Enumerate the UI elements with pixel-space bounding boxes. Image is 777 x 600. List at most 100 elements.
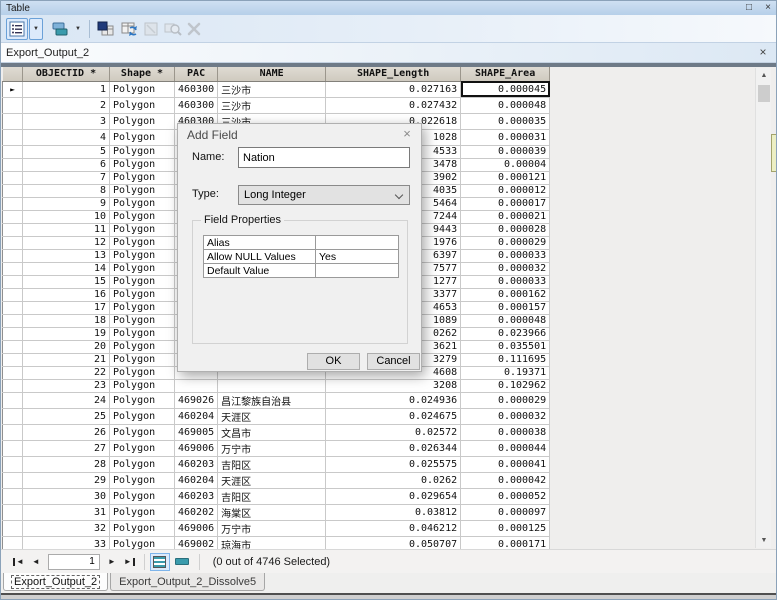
scroll-up-icon[interactable]: ▲ xyxy=(756,68,772,83)
cell-pac[interactable]: 460203 xyxy=(175,488,218,504)
cell-objectid[interactable]: 30 xyxy=(23,488,110,504)
cell-shape[interactable]: Polygon xyxy=(110,210,175,223)
cell-shape-area[interactable]: 0.000048 xyxy=(461,314,550,327)
tab-export-output-2-dissolve5[interactable]: Export_Output_2_Dissolve5 xyxy=(110,573,265,591)
maximize-icon[interactable]: □ xyxy=(743,2,755,14)
cell-shape-area[interactable]: 0.000031 xyxy=(461,129,550,145)
cell-shape[interactable]: Polygon xyxy=(110,184,175,197)
header-name[interactable]: NAME xyxy=(218,67,326,81)
delete-selected-icon[interactable] xyxy=(185,18,203,40)
table-options-dropdown-icon[interactable]: ▼ xyxy=(29,18,43,40)
cell-shape-area[interactable]: 0.00004 xyxy=(461,158,550,171)
cell-shape-area[interactable]: 0.000032 xyxy=(461,262,550,275)
cell-shape-area[interactable]: 0.000042 xyxy=(461,472,550,488)
cell-pac[interactable]: 460203 xyxy=(175,456,218,472)
row-selector[interactable] xyxy=(3,440,23,456)
row-selector[interactable] xyxy=(3,504,23,520)
row-selector[interactable] xyxy=(3,472,23,488)
cell-shape-area[interactable]: 0.000048 xyxy=(461,97,550,113)
cell-shape-length[interactable]: 0.026344 xyxy=(326,440,461,456)
cell-shape[interactable]: Polygon xyxy=(110,97,175,113)
header-pac[interactable]: PAC xyxy=(175,67,218,81)
cell-objectid[interactable]: 4 xyxy=(23,129,110,145)
cell-shape-length[interactable]: 0.02572 xyxy=(326,424,461,440)
cell-objectid[interactable]: 10 xyxy=(23,210,110,223)
row-selector[interactable] xyxy=(3,236,23,249)
cell-shape-area[interactable]: 0.000035 xyxy=(461,113,550,129)
cell-objectid[interactable]: 31 xyxy=(23,504,110,520)
cell-shape-length[interactable]: 3208 xyxy=(326,379,461,392)
cell-shape-area[interactable]: 0.000021 xyxy=(461,210,550,223)
cell-shape-length[interactable]: 0.03812 xyxy=(326,504,461,520)
row-selector[interactable] xyxy=(3,210,23,223)
cell-objectid[interactable]: 25 xyxy=(23,408,110,424)
cell-name[interactable]: 三沙市 xyxy=(218,97,326,113)
show-all-records-button[interactable] xyxy=(150,553,170,571)
cell-shape-area[interactable]: 0.035501 xyxy=(461,340,550,353)
header-shape-area[interactable]: SHAPE_Area xyxy=(461,67,550,81)
cell-objectid[interactable]: 20 xyxy=(23,340,110,353)
row-selector[interactable]: ► xyxy=(3,81,23,97)
cell-objectid[interactable]: 29 xyxy=(23,472,110,488)
cell-objectid[interactable]: 23 xyxy=(23,379,110,392)
cell-shape[interactable]: Polygon xyxy=(110,440,175,456)
dialog-close-icon[interactable]: × xyxy=(399,127,415,141)
table-options-icon[interactable] xyxy=(6,18,28,40)
cell-pac[interactable]: 460300 xyxy=(175,81,218,97)
cell-objectid[interactable]: 15 xyxy=(23,275,110,288)
cell-objectid[interactable]: 1 xyxy=(23,81,110,97)
type-dropdown[interactable]: Long Integer xyxy=(238,185,410,205)
ok-button[interactable]: OK xyxy=(307,353,360,370)
cell-objectid[interactable]: 2 xyxy=(23,97,110,113)
cell-name[interactable]: 文昌市 xyxy=(218,424,326,440)
cell-shape-length[interactable]: 0.029654 xyxy=(326,488,461,504)
row-selector[interactable] xyxy=(3,223,23,236)
cell-name[interactable]: 海棠区 xyxy=(218,504,326,520)
cell-shape[interactable]: Polygon xyxy=(110,288,175,301)
header-selector[interactable] xyxy=(3,67,23,81)
cell-shape[interactable]: Polygon xyxy=(110,353,175,366)
cell-shape-area[interactable]: 0.000038 xyxy=(461,424,550,440)
row-selector[interactable] xyxy=(3,353,23,366)
cell-pac[interactable]: 460202 xyxy=(175,504,218,520)
select-by-attributes-icon[interactable] xyxy=(95,18,117,40)
cell-name[interactable]: 昌江黎族自治县 xyxy=(218,392,326,408)
zoom-to-selected-icon[interactable] xyxy=(162,18,184,40)
cell-shape[interactable]: Polygon xyxy=(110,327,175,340)
cell-shape-area[interactable]: 0.000032 xyxy=(461,408,550,424)
cell-shape-area[interactable]: 0.000045 xyxy=(461,81,550,97)
cell-objectid[interactable]: 13 xyxy=(23,249,110,262)
name-field[interactable] xyxy=(238,147,410,168)
cell-objectid[interactable]: 3 xyxy=(23,113,110,129)
cell-shape[interactable]: Polygon xyxy=(110,129,175,145)
cancel-button[interactable]: Cancel xyxy=(367,353,420,370)
cell-objectid[interactable]: 26 xyxy=(23,424,110,440)
property-value[interactable] xyxy=(316,236,399,250)
row-selector[interactable] xyxy=(3,129,23,145)
header-shape-length[interactable]: SHAPE_Length xyxy=(326,67,461,81)
cell-shape-area[interactable]: 0.000029 xyxy=(461,392,550,408)
row-selector[interactable] xyxy=(3,340,23,353)
cell-pac[interactable] xyxy=(175,379,218,392)
cell-shape-area[interactable]: 0.000157 xyxy=(461,301,550,314)
cell-pac[interactable]: 460204 xyxy=(175,408,218,424)
cell-shape[interactable]: Polygon xyxy=(110,236,175,249)
cell-shape[interactable]: Polygon xyxy=(110,472,175,488)
row-selector[interactable] xyxy=(3,184,23,197)
vertical-scrollbar[interactable]: ▲ ▼ xyxy=(755,68,771,548)
cell-shape-area[interactable]: 0.000052 xyxy=(461,488,550,504)
next-record-button[interactable]: ► xyxy=(104,557,120,566)
cell-name[interactable]: 万宁市 xyxy=(218,520,326,536)
cell-shape[interactable]: Polygon xyxy=(110,171,175,184)
cell-objectid[interactable]: 5 xyxy=(23,145,110,158)
tab-export-output-2[interactable]: Export_Output_2 xyxy=(3,573,108,591)
row-selector[interactable] xyxy=(3,249,23,262)
cell-objectid[interactable]: 9 xyxy=(23,197,110,210)
cell-shape[interactable]: Polygon xyxy=(110,223,175,236)
cell-shape[interactable]: Polygon xyxy=(110,113,175,129)
cell-name[interactable]: 万宁市 xyxy=(218,440,326,456)
cell-shape-area[interactable]: 0.19371 xyxy=(461,366,550,379)
cell-objectid[interactable]: 6 xyxy=(23,158,110,171)
row-selector[interactable] xyxy=(3,113,23,129)
cell-shape-area[interactable]: 0.000033 xyxy=(461,249,550,262)
